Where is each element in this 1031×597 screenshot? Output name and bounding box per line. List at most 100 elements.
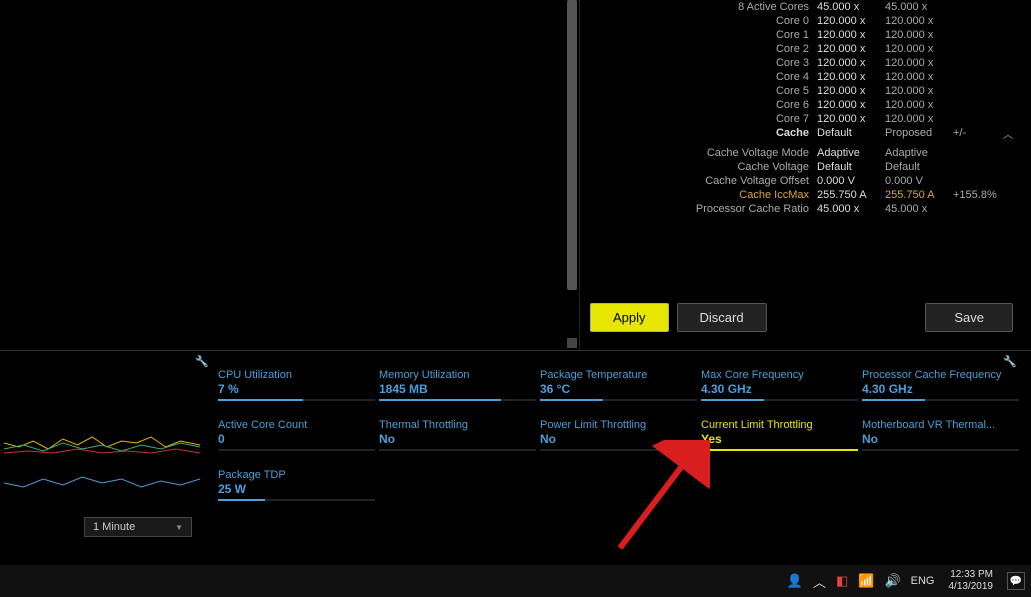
- stat-bar: [218, 399, 375, 401]
- save-button[interactable]: Save: [925, 303, 1013, 332]
- row-value-delta: [953, 146, 1013, 160]
- mini-chart-2: [4, 461, 200, 495]
- left-scrollbar-thumb[interactable]: [567, 338, 577, 348]
- row-value-delta: [953, 28, 1013, 42]
- row-value-delta: [953, 98, 1013, 112]
- tuning-panel: 8 Active Cores45.000 x45.000 xCore 0120.…: [580, 0, 1031, 350]
- row-value-proposed: Adaptive: [885, 146, 953, 160]
- row-value-delta: [953, 56, 1013, 70]
- apply-button[interactable]: Apply: [590, 303, 669, 332]
- stat-item[interactable]: Power Limit ThrottlingNo: [540, 419, 697, 451]
- stat-item[interactable]: Memory Utilization1845 MB: [379, 369, 536, 401]
- stat-bar: [379, 399, 536, 401]
- row-value-default: 45.000 x: [817, 202, 885, 216]
- row-value-proposed: 120.000 x: [885, 56, 953, 70]
- row-value-default: 120.000 x: [817, 14, 885, 28]
- row-label: Core 7: [657, 112, 817, 126]
- stat-value: 0: [218, 432, 375, 446]
- language-indicator[interactable]: ENG: [911, 575, 935, 587]
- stat-item[interactable]: Max Core Frequency4.30 GHz: [701, 369, 858, 401]
- row-value-proposed: 120.000 x: [885, 42, 953, 56]
- row-value-default: 120.000 x: [817, 98, 885, 112]
- stat-bar: [218, 499, 375, 501]
- row-value-default: 120.000 x: [817, 70, 885, 84]
- row-label: Core 2: [657, 42, 817, 56]
- stat-label: Motherboard VR Thermal...: [862, 419, 1019, 431]
- taskbar[interactable]: 👤 ︿ ◧ 📶 🔊 ENG 12:33 PM 4/13/2019 💬: [0, 565, 1031, 597]
- row-label: Cache Voltage Offset: [657, 174, 817, 188]
- settings-row: Core 7120.000 x120.000 x: [590, 112, 1013, 126]
- stat-item[interactable]: Processor Cache Frequency4.30 GHz: [862, 369, 1019, 401]
- row-value-default: 0.000 V: [817, 174, 885, 188]
- stat-value: 4.30 GHz: [701, 382, 858, 396]
- stat-label: Thermal Throttling: [379, 419, 536, 431]
- row-value-delta: [953, 202, 1013, 216]
- row-value-default: 120.000 x: [817, 42, 885, 56]
- stat-item[interactable]: Motherboard VR Thermal...No: [862, 419, 1019, 451]
- time-range-value: 1 Minute: [93, 521, 135, 533]
- stat-bar: [218, 449, 375, 451]
- stat-item[interactable]: CPU Utilization7 %: [218, 369, 375, 401]
- stat-item[interactable]: Package Temperature36 °C: [540, 369, 697, 401]
- stat-item[interactable]: Package TDP25 W: [218, 469, 375, 501]
- stat-label: Memory Utilization: [379, 369, 536, 381]
- volume-icon[interactable]: 🔊: [884, 573, 900, 589]
- row-value-default: 120.000 x: [817, 28, 885, 42]
- row-value-delta: [953, 174, 1013, 188]
- mini-chart-1: [4, 423, 200, 457]
- row-value-proposed: 45.000 x: [885, 202, 953, 216]
- row-label: Core 0: [657, 14, 817, 28]
- stat-label: Package Temperature: [540, 369, 697, 381]
- taskbar-time: 12:33 PM: [950, 569, 993, 581]
- wifi-icon[interactable]: 📶: [858, 573, 874, 589]
- row-value-default: Adaptive: [817, 146, 885, 160]
- wrench-icon[interactable]: 🔧: [1003, 355, 1017, 368]
- row-label: Core 4: [657, 70, 817, 84]
- stat-value: Yes: [701, 432, 858, 446]
- stat-value: No: [379, 432, 536, 446]
- tray-chevron-up-icon[interactable]: ︿: [813, 572, 826, 591]
- stat-item[interactable]: Thermal ThrottlingNo: [379, 419, 536, 451]
- row-value-proposed: 120.000 x: [885, 98, 953, 112]
- time-range-select[interactable]: 1 Minute ▼: [84, 517, 192, 537]
- row-value-default: 120.000 x: [817, 84, 885, 98]
- stat-label: CPU Utilization: [218, 369, 375, 381]
- settings-row: Core 4120.000 x120.000 x: [590, 70, 1013, 84]
- chart-column: 1 Minute ▼: [0, 351, 200, 555]
- row-value-default: Default: [817, 160, 885, 174]
- settings-row: Core 0120.000 x120.000 x: [590, 14, 1013, 28]
- stat-item[interactable]: Active Core Count0: [218, 419, 375, 451]
- row-label: 8 Active Cores: [657, 0, 817, 14]
- row-value-proposed: 120.000 x: [885, 112, 953, 126]
- stat-bar: [701, 449, 858, 451]
- settings-row: Cache Voltage Offset0.000 V0.000 V: [590, 174, 1013, 188]
- stat-value: 1845 MB: [379, 382, 536, 396]
- stat-bar: [862, 449, 1019, 451]
- stat-bar: [540, 449, 697, 451]
- row-label: Core 6: [657, 98, 817, 112]
- row-value-proposed: Default: [885, 160, 953, 174]
- chevron-up-icon[interactable]: ︿: [1003, 126, 1013, 141]
- row-value-delta: +155.8%: [953, 188, 1013, 202]
- settings-row: Cache VoltageDefaultDefault: [590, 160, 1013, 174]
- settings-row: Core 5120.000 x120.000 x: [590, 84, 1013, 98]
- tray-app-icon[interactable]: ◧: [836, 573, 848, 589]
- notifications-icon[interactable]: 💬: [1007, 572, 1025, 590]
- taskbar-clock[interactable]: 12:33 PM 4/13/2019: [945, 569, 998, 593]
- stat-label: Current Limit Throttling: [701, 419, 858, 431]
- stat-label: Max Core Frequency: [701, 369, 858, 381]
- row-label: Core 3: [657, 56, 817, 70]
- left-scrollbar[interactable]: [567, 0, 577, 290]
- stat-bar: [862, 399, 1019, 401]
- stat-label: Active Core Count: [218, 419, 375, 431]
- settings-row: Core 3120.000 x120.000 x: [590, 56, 1013, 70]
- settings-row: Cache IccMax255.750 A255.750 A+155.8%: [590, 188, 1013, 202]
- row-value-proposed: 120.000 x: [885, 28, 953, 42]
- stat-item[interactable]: Current Limit ThrottlingYes: [701, 419, 858, 451]
- discard-button[interactable]: Discard: [677, 303, 767, 332]
- people-icon[interactable]: 👤: [787, 573, 803, 589]
- row-value-proposed: 120.000 x: [885, 70, 953, 84]
- row-label: Cache IccMax: [657, 188, 817, 202]
- settings-row: Core 6120.000 x120.000 x: [590, 98, 1013, 112]
- row-label: Core 1: [657, 28, 817, 42]
